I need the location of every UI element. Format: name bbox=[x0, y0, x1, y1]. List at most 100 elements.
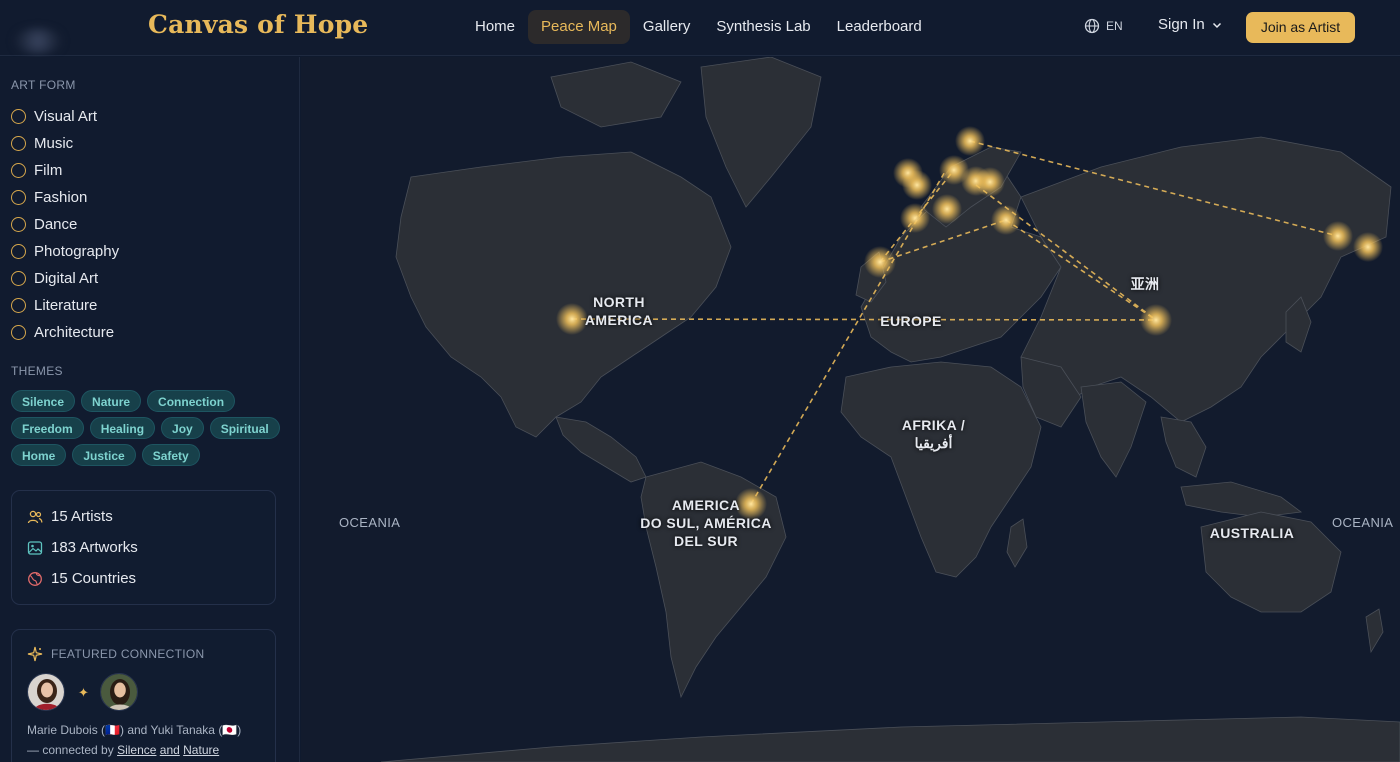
nav-gallery[interactable]: Gallery bbox=[630, 10, 704, 44]
artist-marker-japan-1[interactable] bbox=[1323, 221, 1353, 251]
radio-circle[interactable] bbox=[11, 217, 26, 232]
themes-heading: THEMES bbox=[11, 364, 63, 378]
artist-marker-japan-2[interactable] bbox=[1353, 232, 1383, 262]
artist-marker-europe-4[interactable] bbox=[932, 194, 962, 224]
featured-title-label: FEATURED CONNECTION bbox=[51, 647, 205, 661]
stats-card: 15 Artists 183 Artworks 15 Countries bbox=[11, 490, 276, 605]
art-form-option[interactable]: Digital Art bbox=[11, 265, 119, 292]
radio-circle[interactable] bbox=[11, 136, 26, 151]
theme-chip-spiritual[interactable]: Spiritual bbox=[209, 417, 280, 439]
option-label: Digital Art bbox=[34, 270, 99, 287]
peace-map[interactable]: NORTH AMERICA EUROPE 亚洲 AFRIKA / أفريقيا… bbox=[301, 57, 1400, 762]
label-south-america: AMERICA DO SUL, AMÉRICA DEL SUR bbox=[640, 497, 772, 549]
landmass-asia bbox=[1020, 136, 1392, 423]
main-nav: Home Peace Map Gallery Synthesis Lab Lea… bbox=[462, 10, 935, 44]
art-form-list: Visual Art Music Film Fashion Dance Phot… bbox=[11, 103, 119, 346]
artist-marker-russia[interactable] bbox=[991, 205, 1021, 235]
theme-chips: Silence Nature Connection Freedom Healin… bbox=[11, 390, 291, 466]
theme-link-silence[interactable]: Silence bbox=[117, 743, 156, 757]
art-form-option[interactable]: Dance bbox=[11, 211, 119, 238]
label-north-america: NORTH AMERICA bbox=[584, 294, 654, 328]
theme-chip-justice[interactable]: Justice bbox=[72, 444, 136, 466]
stat-artists: 15 Artists bbox=[27, 508, 113, 525]
label-australia: AUSTRALIA bbox=[1209, 525, 1295, 541]
join-as-artist-button[interactable]: Join as Artist bbox=[1246, 12, 1355, 43]
artist-b-name[interactable]: Yuki Tanaka bbox=[150, 723, 215, 737]
label-oceania-right: OCEANIA bbox=[1332, 515, 1394, 530]
theme-chip-silence[interactable]: Silence bbox=[11, 390, 76, 412]
art-form-option[interactable]: Architecture bbox=[11, 319, 119, 346]
nav-peace-map[interactable]: Peace Map bbox=[528, 10, 630, 44]
option-label: Dance bbox=[34, 216, 78, 233]
radio-circle[interactable] bbox=[11, 190, 26, 205]
top-header: Canvas of Hope Home Peace Map Gallery Sy… bbox=[0, 0, 1400, 56]
option-label: Film bbox=[34, 162, 63, 179]
landmass-antarctica bbox=[380, 716, 1400, 762]
artist-marker-china[interactable] bbox=[1140, 304, 1172, 336]
art-form-option[interactable]: Fashion bbox=[11, 184, 119, 211]
theme-chip-nature[interactable]: Nature bbox=[81, 390, 142, 412]
artist-a-flag: (🇫🇷) bbox=[101, 723, 124, 737]
and-text: and bbox=[159, 743, 180, 757]
art-form-option[interactable]: Visual Art bbox=[11, 103, 119, 130]
landmass-north-america bbox=[395, 151, 732, 438]
theme-chip-connection[interactable]: Connection bbox=[147, 390, 236, 412]
globe-icon bbox=[28, 571, 42, 586]
landmass-southeast-asia bbox=[1160, 416, 1207, 478]
label-europe: EUROPE bbox=[880, 313, 942, 329]
language-code: EN bbox=[1106, 19, 1123, 33]
featured-description: Marie Dubois (🇫🇷) and Yuki Tanaka (🇯🇵) —… bbox=[27, 720, 272, 760]
option-label: Music bbox=[34, 135, 74, 152]
app-logo[interactable]: Canvas of Hope bbox=[148, 10, 368, 39]
art-form-option[interactable]: Film bbox=[11, 157, 119, 184]
label-oceania-left: OCEANIA bbox=[339, 515, 401, 530]
radio-circle[interactable] bbox=[11, 298, 26, 313]
option-label: Visual Art bbox=[34, 108, 98, 125]
landmass-india bbox=[1080, 381, 1147, 478]
avatar-artist-a[interactable] bbox=[27, 673, 65, 711]
landmass-central-america bbox=[555, 416, 647, 483]
artist-marker-europe-1[interactable] bbox=[900, 203, 930, 233]
avatar-artist-b[interactable] bbox=[100, 673, 138, 711]
artist-marker-france[interactable] bbox=[864, 246, 896, 278]
radio-circle[interactable] bbox=[11, 325, 26, 340]
radio-circle[interactable] bbox=[11, 271, 26, 286]
theme-chip-freedom[interactable]: Freedom bbox=[11, 417, 84, 439]
landmass-new-zealand bbox=[1365, 608, 1384, 654]
landmass-arctic-islands bbox=[550, 61, 682, 128]
artist-marker-scandinavia[interactable] bbox=[955, 126, 985, 156]
connected-by-text: — connected by bbox=[27, 743, 114, 757]
artist-marker-europe-3[interactable] bbox=[902, 170, 932, 200]
chevron-down-icon bbox=[1212, 22, 1221, 28]
sign-in-label: Sign In bbox=[1158, 16, 1205, 33]
image-icon bbox=[27, 540, 43, 555]
featured-connection-card[interactable]: FEATURED CONNECTION ✦ Marie Dubois (🇫🇷) … bbox=[11, 629, 276, 762]
blurred-profile-image bbox=[14, 28, 62, 54]
theme-chip-home[interactable]: Home bbox=[11, 444, 67, 466]
language-selector[interactable]: EN bbox=[1084, 18, 1123, 34]
radio-circle[interactable] bbox=[11, 109, 26, 124]
nav-home[interactable]: Home bbox=[462, 10, 528, 44]
theme-link-nature[interactable]: Nature bbox=[183, 743, 219, 757]
theme-chip-safety[interactable]: Safety bbox=[141, 444, 200, 466]
sign-in-button[interactable]: Sign In bbox=[1158, 16, 1223, 33]
world-map-svg[interactable] bbox=[301, 57, 1400, 762]
artist-marker-europe-7[interactable] bbox=[975, 167, 1005, 197]
globe-icon bbox=[1084, 18, 1100, 34]
theme-chip-joy[interactable]: Joy bbox=[161, 417, 204, 439]
art-form-option[interactable]: Photography bbox=[11, 238, 119, 265]
filter-sidebar: ART FORM Visual Art Music Film Fashion D… bbox=[0, 57, 300, 762]
nav-synthesis-lab[interactable]: Synthesis Lab bbox=[703, 10, 823, 44]
label-asia: 亚洲 bbox=[1130, 276, 1160, 292]
art-form-option[interactable]: Literature bbox=[11, 292, 119, 319]
option-label: Literature bbox=[34, 297, 98, 314]
art-form-option[interactable]: Music bbox=[11, 130, 119, 157]
artist-a-name[interactable]: Marie Dubois bbox=[27, 723, 98, 737]
radio-circle[interactable] bbox=[11, 163, 26, 178]
radio-circle[interactable] bbox=[11, 244, 26, 259]
connection-sparkle-icon: ✦ bbox=[78, 685, 89, 700]
option-label: Architecture bbox=[34, 324, 115, 341]
theme-chip-healing[interactable]: Healing bbox=[89, 417, 156, 439]
nav-leaderboard[interactable]: Leaderboard bbox=[824, 10, 935, 44]
and-text: and bbox=[127, 723, 148, 737]
